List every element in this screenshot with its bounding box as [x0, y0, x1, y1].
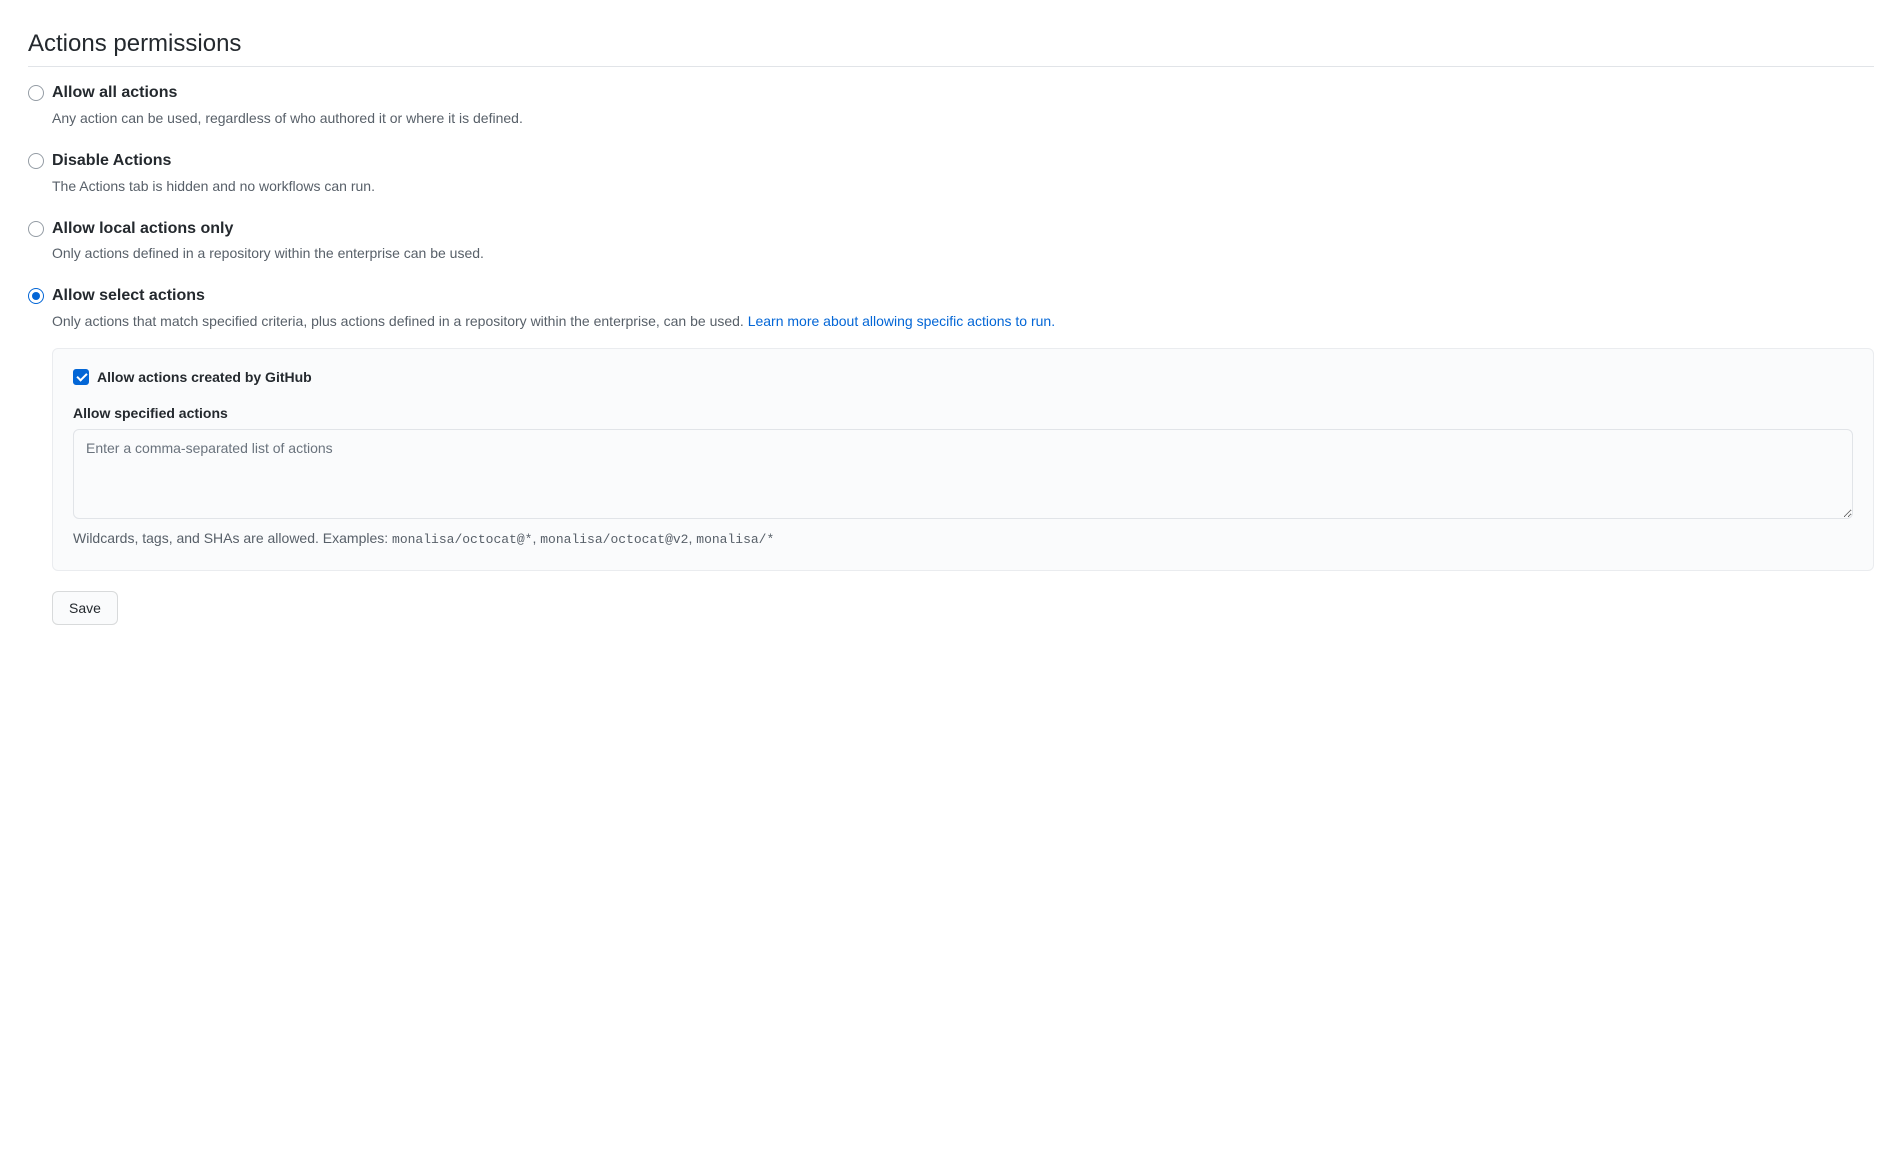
specified-actions-input[interactable] [73, 429, 1853, 519]
option-disable-desc: The Actions tab is hidden and no workflo… [52, 176, 1874, 197]
allow-github-actions-row: Allow actions created by GitHub [73, 369, 1853, 385]
option-disable-label[interactable]: Disable Actions [52, 151, 171, 172]
learn-more-link[interactable]: Learn more about allowing specific actio… [748, 313, 1055, 329]
hint-example-1: monalisa/octocat@* [392, 532, 532, 547]
radio-select[interactable] [28, 288, 44, 304]
option-local-only-desc: Only actions defined in a repository wit… [52, 243, 1874, 264]
option-select-desc-text: Only actions that match specified criter… [52, 313, 748, 329]
option-select: Allow select actions Only actions that m… [28, 286, 1874, 332]
radio-allow-all[interactable] [28, 85, 44, 101]
option-select-desc: Only actions that match specified criter… [52, 311, 1874, 332]
actions-permissions-options: Allow all actions Any action can be used… [28, 83, 1874, 625]
option-allow-all-desc: Any action can be used, regardless of wh… [52, 108, 1874, 129]
save-button[interactable]: Save [52, 591, 118, 625]
checkbox-allow-github[interactable] [73, 369, 89, 385]
option-local-only-label[interactable]: Allow local actions only [52, 219, 233, 240]
specified-actions-hint: Wildcards, tags, and SHAs are allowed. E… [73, 528, 1853, 550]
specified-actions-label: Allow specified actions [73, 405, 1853, 421]
page-title: Actions permissions [28, 30, 1874, 67]
radio-disable[interactable] [28, 153, 44, 169]
option-select-label[interactable]: Allow select actions [52, 286, 205, 307]
option-local-only: Allow local actions only Only actions de… [28, 219, 1874, 265]
radio-local-only[interactable] [28, 221, 44, 237]
select-actions-subpanel: Allow actions created by GitHub Allow sp… [52, 348, 1874, 571]
option-allow-all: Allow all actions Any action can be used… [28, 83, 1874, 129]
option-allow-all-label[interactable]: Allow all actions [52, 83, 177, 104]
checkbox-allow-github-label[interactable]: Allow actions created by GitHub [97, 369, 312, 385]
hint-example-3: monalisa/* [696, 532, 774, 547]
hint-example-2: monalisa/octocat@v2 [540, 532, 688, 547]
hint-prefix: Wildcards, tags, and SHAs are allowed. E… [73, 530, 392, 546]
option-disable: Disable Actions The Actions tab is hidde… [28, 151, 1874, 197]
